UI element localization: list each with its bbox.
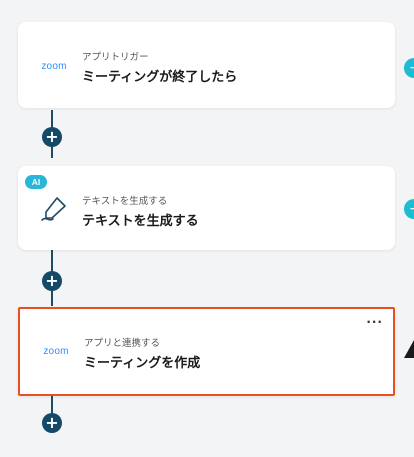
step-title: ミーティングが終了したら [82, 70, 238, 85]
step-subtitle: テキストを生成する [82, 196, 168, 207]
connector-line-3 [51, 396, 53, 414]
add-step-button-3[interactable]: + [42, 413, 62, 433]
zoom-logo-icon: zoom [41, 61, 67, 72]
ai-badge: AI [25, 175, 47, 189]
step-card-trigger[interactable]: zoom アプリトリガー ミーティングが終了したら [18, 22, 395, 108]
side-add-button-1[interactable]: + [404, 58, 414, 78]
side-add-button-2[interactable]: + [404, 199, 414, 219]
step-card-generate-text[interactable]: テキストを生成する テキストを生成する [18, 166, 395, 250]
side-arrow-icon [404, 340, 414, 358]
step-title: ミーティングを作成 [84, 356, 201, 371]
add-step-button-2[interactable]: + [42, 271, 62, 291]
pen-squiggle-icon [41, 197, 66, 221]
step-title: テキストを生成する [82, 214, 199, 229]
zoom-logo-icon: zoom [43, 346, 69, 357]
step-card-create-meeting[interactable]: ··· zoom アプリと連携する ミーティングを作成 [18, 307, 395, 396]
more-options-icon[interactable]: ··· [366, 315, 383, 329]
add-step-button-1[interactable]: + [42, 127, 62, 147]
step-subtitle: アプリと連携する [84, 338, 161, 349]
step-subtitle: アプリトリガー [82, 52, 149, 63]
